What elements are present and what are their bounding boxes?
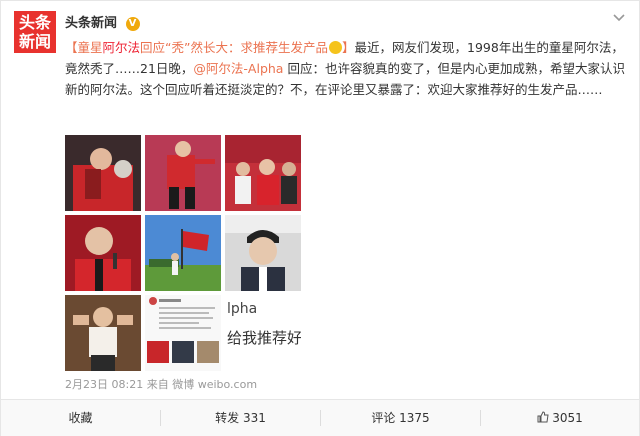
photo-thumbnail[interactable] [65,135,141,211]
like-icon [537,411,549,423]
action-bar: 收藏 转发 331 评论 1375 3051 [1,399,639,436]
topic-title-b[interactable]: 回应“秃”然长大：求推荐生发产品 [140,40,328,55]
post-source[interactable]: 微博 weibo.com [172,378,257,391]
comment-label: 评论 1375 [371,411,430,425]
avatar[interactable]: 头条 新闻 [14,11,56,53]
avatar-text-top: 头条 [18,13,51,32]
like-count: 3051 [552,411,583,425]
comment-button[interactable]: 评论 1375 [321,400,480,436]
screenshot-text-line1: lpha [227,301,258,317]
photo-thumbnail[interactable] [145,215,221,291]
photo-thumbnail[interactable] [225,215,301,291]
favorite-button[interactable]: 收藏 [1,400,160,436]
photo-thumbnail[interactable] [65,295,141,371]
avatar-text-bottom: 新闻 [18,32,51,51]
screenshot-text-line2: 给我推荐好 [227,329,301,347]
laugh-emoji-icon [329,41,342,54]
post-text: 【童星阿尔法回应“秃”然长大：求推荐生发产品 】最近，网友们发现，1998年出生的… [65,37,625,100]
comment-screenshot-crop[interactable]: lpha 给我推荐好 [225,295,301,371]
photo-thumbnail[interactable] [225,135,301,211]
topic-title-a[interactable]: 童星 [78,40,103,55]
verified-icon: V [125,17,140,31]
photo-thumbnail[interactable] [65,215,141,291]
topic-bracket-close: 】 [342,40,355,55]
chevron-down-icon[interactable] [613,11,625,25]
like-button[interactable]: 3051 [481,400,639,436]
topic-title-name[interactable]: 阿尔法 [103,40,141,55]
via-label: 来自 [146,378,169,391]
post-meta: 2月23日 08:21 来自 微博 weibo.com [65,376,257,392]
post-time[interactable]: 2月23日 08:21 [65,378,143,391]
weibo-post-card: 头条 新闻 头条新闻 V 【童星阿尔法回应“秃”然长大：求推荐生发产品 】最近，网… [0,0,640,436]
author-name[interactable]: 头条新闻 [65,16,117,31]
user-mention-link[interactable]: @阿尔法-Alpha [193,61,283,76]
comment-screenshot-thumbnail[interactable] [145,295,221,371]
photo-thumbnail[interactable] [145,135,221,211]
repost-label: 转发 331 [215,411,266,425]
author-name-row: 头条新闻 V [65,12,140,31]
topic-bracket-open: 【 [65,40,78,55]
repost-button[interactable]: 转发 331 [161,400,320,436]
favorite-label: 收藏 [68,411,93,425]
